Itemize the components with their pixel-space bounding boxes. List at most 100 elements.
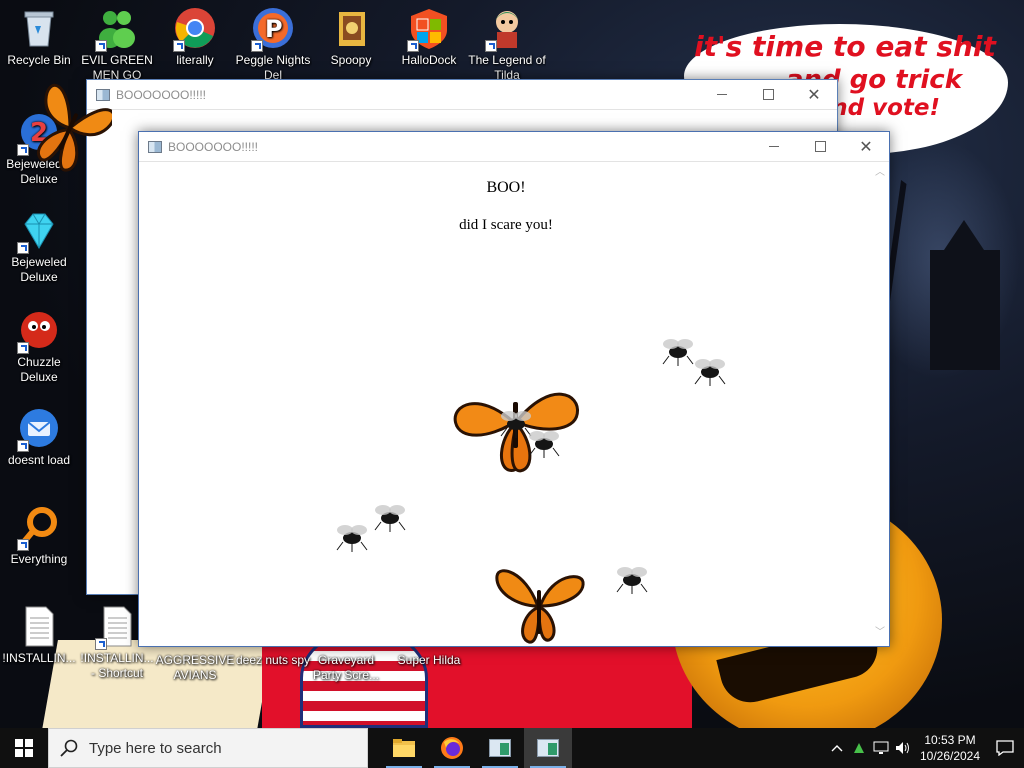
chevron-up-icon[interactable] [826,728,848,768]
desktop-icon-chuzzle[interactable]: Chuzzle Deluxe [0,308,78,385]
text-file-icon [95,604,139,650]
close-button[interactable]: ✕ [791,80,837,110]
desktop-icon-label: Chuzzle Deluxe [17,355,61,384]
fly-icon [336,525,368,552]
butterfly-icon [495,569,585,644]
scare-message: did I scare you! [459,217,553,233]
file-explorer-icon [393,739,415,757]
taskbar-file-explorer[interactable] [380,728,428,768]
desktop-icon-spoopy[interactable]: Spoopy [312,6,390,68]
scroll-down-icon[interactable]: ﹀ [875,628,885,638]
desktop-icon-label: Spoopy [330,53,372,67]
tray-app-icon[interactable] [848,728,870,768]
minimize-button[interactable] [699,80,745,110]
butterfly-icon [37,83,112,172]
diamond-icon [17,208,61,254]
desktop-icon-everything[interactable]: Everything [0,505,78,567]
peggle-icon: P [251,6,295,52]
window-content: BOO! did I scare you! ︿ ﹀ [139,162,889,646]
shortcut-arrow-icon [407,40,419,52]
desktop-icon-aggressive-avians[interactable]: AGGRESSIVE AVIANS [150,653,240,683]
desktop-icon-doesnt-load[interactable]: doesnt load [0,406,78,468]
taskbar: Type here to search 10:53 PM 10/26/2024 [0,728,1024,768]
shortcut-arrow-icon [173,40,185,52]
windows-start-icon [15,739,33,757]
desktop-icon-label: Bejeweled Deluxe [11,255,67,284]
desktop-icon-graveyard-party[interactable]: Graveyard Party Scre... [306,653,386,683]
desktop-icon-deez-nuts-spy[interactable]: deez nuts spy [228,653,318,668]
everything-search-icon [17,505,61,551]
clock-time: 10:53 PM [924,733,976,747]
window-booooooo-front[interactable]: BOOOOOOO!!!!! ✕ BOO! did I scare you! ︿ … [138,131,890,647]
desktop-icon-label: HalloDock [401,53,457,67]
desktop-icon-legend-of-tilda[interactable]: The Legend of Tilda [468,6,546,83]
notification-center-button[interactable] [986,728,1024,768]
desktop-icon-recycle-bin[interactable]: Recycle Bin [0,6,78,68]
shortcut-arrow-icon [485,40,497,52]
minimize-button[interactable] [751,132,797,162]
start-button[interactable] [0,728,48,768]
desktop-icon-hallodock[interactable]: HalloDock [390,6,468,68]
desktop-icon-label: doesnt load [7,453,71,467]
shortcut-arrow-icon [17,342,29,354]
desktop-icon-bejeweled[interactable]: Bejeweled Deluxe [0,208,78,285]
fly-icon [528,431,560,458]
window-title: BOOOOOOO!!!!! [168,139,259,154]
volume-icon[interactable] [892,728,914,768]
vertical-scrollbar[interactable]: ︿ ﹀ [872,162,889,646]
window-title: BOOOOOOO!!!!! [116,87,207,102]
shortcut-arrow-icon [17,539,29,551]
taskbar-firefox[interactable] [428,728,476,768]
window-titlebar[interactable]: BOOOOOOO!!!!! ✕ [87,80,837,110]
desktop-icon-label: !INSTALLIN... - Shortcut [80,651,154,680]
speech-line-1: it's time to eat shit [694,30,996,63]
firefox-icon [441,737,463,759]
shortcut-arrow-icon [17,440,29,452]
desktop-icon-super-hilda[interactable]: Super Hilda [384,653,474,668]
maximize-button[interactable] [797,132,843,162]
shortcut-arrow-icon [95,638,107,650]
taskbar-app-window-active[interactable] [524,728,572,768]
character-icon [485,6,529,52]
chuzzle-icon [17,308,61,354]
desktop-icon-label: Recycle Bin [7,53,71,67]
desktop-icon-peggle-nights[interactable]: P Peggle Nights Del [234,6,312,83]
clock-date: 10/26/2024 [919,749,981,763]
app-window-icon [148,140,162,153]
taskbar-app-window[interactable] [476,728,524,768]
folder-icon [329,6,373,50]
thunderbird-icon [17,406,61,452]
close-button[interactable]: ✕ [843,132,889,162]
svg-text:P: P [265,15,283,43]
network-icon[interactable] [870,728,892,768]
wallpaper-haunted-house [930,220,1000,370]
app-window-active-icon [537,739,559,757]
taskbar-clock[interactable]: 10:53 PM 10/26/2024 [914,732,986,764]
windows-logo-icon [407,6,451,52]
window-titlebar[interactable]: BOOOOOOO!!!!! ✕ [139,132,889,162]
shortcut-arrow-icon [17,242,29,254]
chrome-icon [173,6,217,52]
taskbar-search-box[interactable]: Type here to search [48,728,368,768]
desktop-icon-label: !INSTALLIN... [2,651,76,665]
fly-icon [694,359,726,386]
desktop-icon-literally[interactable]: literally [156,6,234,68]
shortcut-arrow-icon [251,40,263,52]
fly-icon [374,505,406,532]
fly-icon [616,567,648,594]
search-placeholder: Type here to search [89,739,222,757]
notification-icon [996,740,1014,756]
desktop-icon-label: literally [176,53,214,67]
search-icon [49,739,89,757]
desktop-icon-label: Everything [10,552,68,566]
system-tray: 10:53 PM 10/26/2024 [826,728,1024,768]
boo-heading: BOO! [486,179,526,196]
text-file-icon [17,604,61,648]
app-window-icon [489,739,511,757]
shortcut-arrow-icon [95,40,107,52]
green-men-icon [95,6,139,52]
desktop-icon-installing-txt[interactable]: !INSTALLIN... [0,604,78,666]
scroll-up-icon[interactable]: ︿ [875,168,885,178]
maximize-button[interactable] [745,80,791,110]
recycle-bin-icon [17,6,61,50]
